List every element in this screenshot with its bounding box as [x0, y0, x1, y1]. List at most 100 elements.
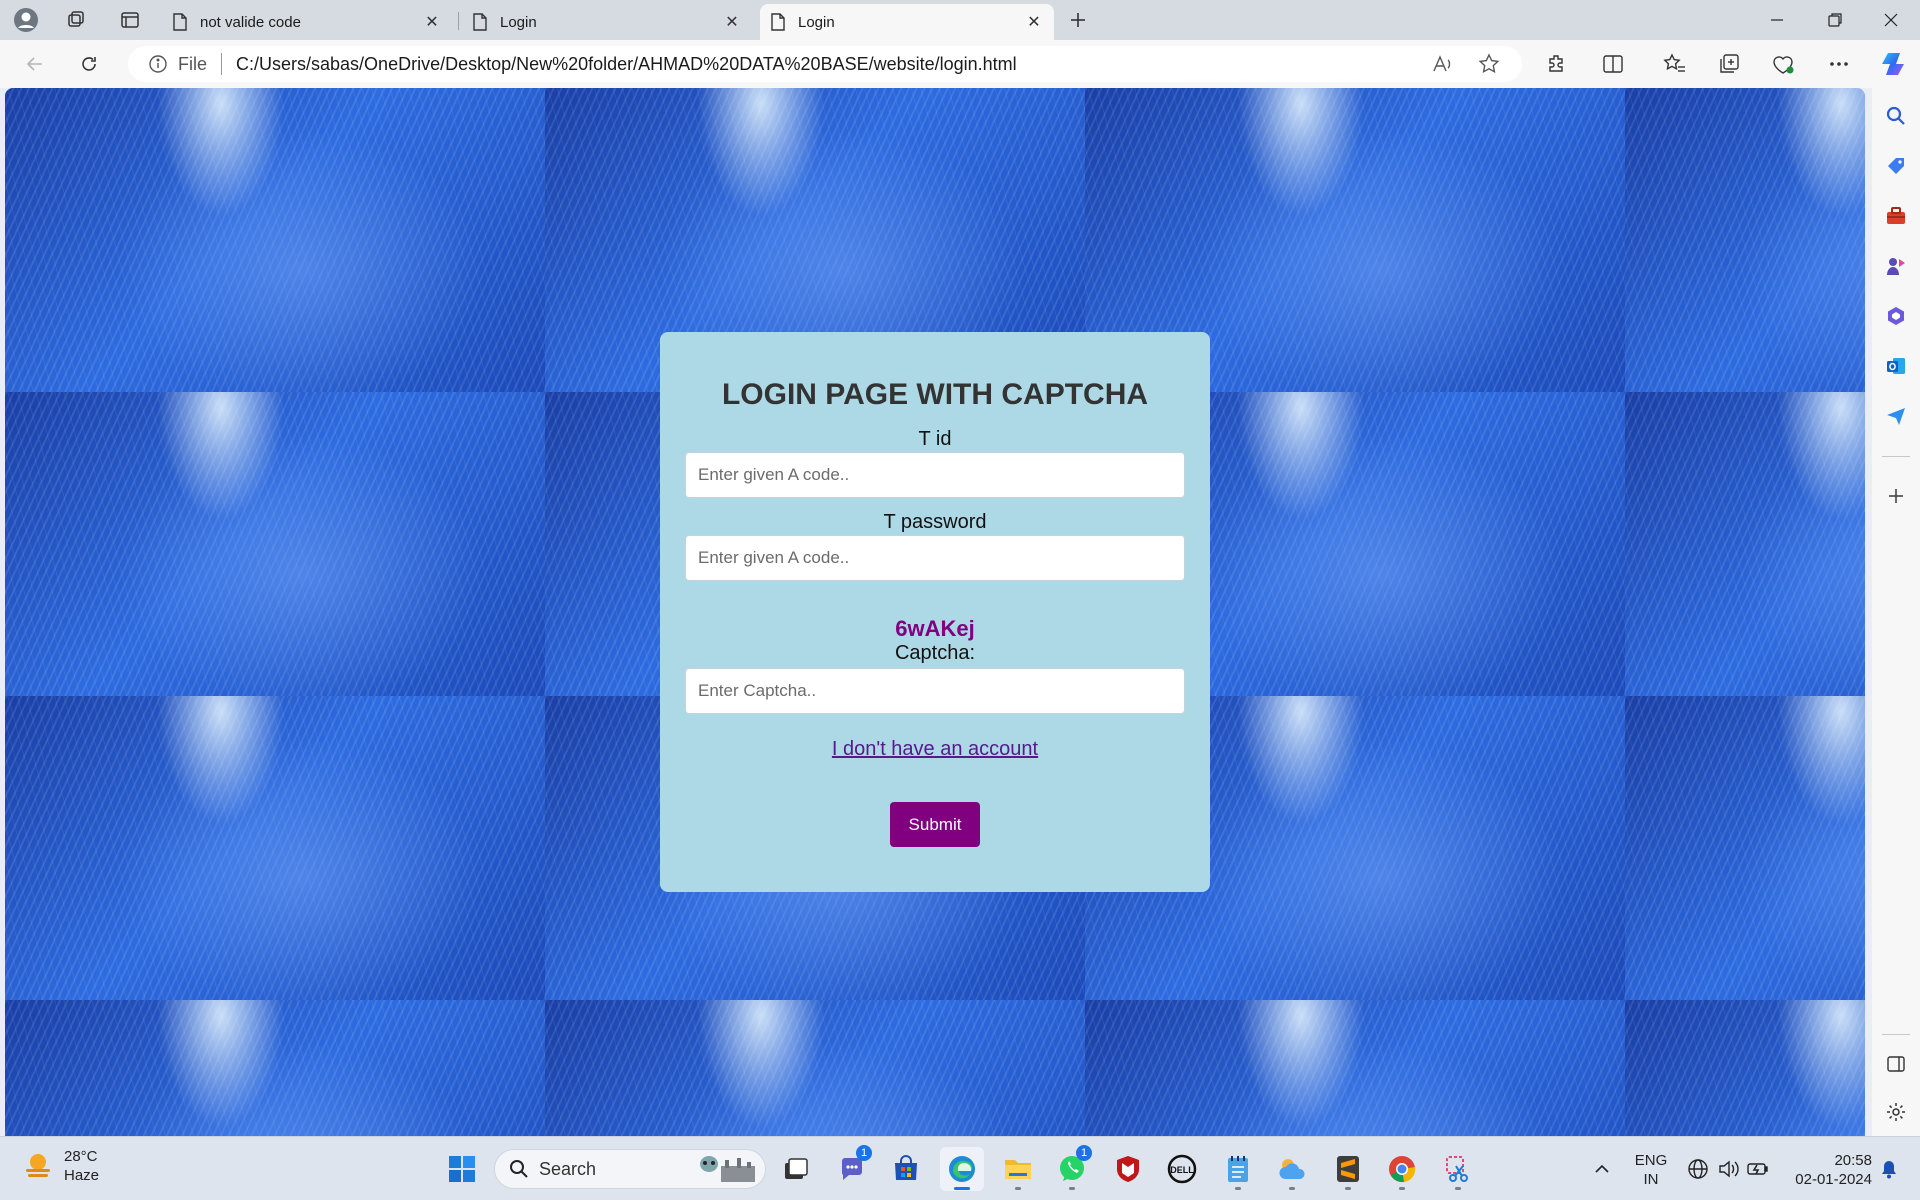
- notifications-button[interactable]: [1872, 1147, 1906, 1191]
- weather-app-icon: [1279, 1159, 1305, 1179]
- snipping-tool-button[interactable]: [1436, 1147, 1480, 1191]
- mcafee-button[interactable]: [1106, 1147, 1150, 1191]
- sublime-text-button[interactable]: [1326, 1147, 1370, 1191]
- weather-widget[interactable]: 28°C Haze: [22, 1147, 99, 1185]
- tid-input[interactable]: [685, 452, 1185, 498]
- new-tab-icon[interactable]: [1062, 4, 1094, 36]
- clock-time: 20:58: [1834, 1152, 1872, 1169]
- battery-charging-icon: [1747, 1163, 1768, 1175]
- running-indicator: [1289, 1187, 1295, 1190]
- clock-date: 02-01-2024: [1795, 1171, 1872, 1188]
- password-label: T password: [883, 511, 987, 533]
- close-tab-icon[interactable]: ✕: [1024, 12, 1044, 32]
- extensions-icon[interactable]: [1540, 48, 1574, 80]
- favorite-star-icon[interactable]: [1474, 52, 1504, 76]
- start-button[interactable]: [440, 1147, 484, 1191]
- browser-toolbar: File C:/Users/sabas/OneDrive/Desktop/New…: [0, 40, 1920, 88]
- page-icon: [173, 13, 187, 31]
- read-aloud-icon[interactable]: [1428, 52, 1458, 76]
- tab-actions-icon[interactable]: [114, 4, 146, 36]
- search-icon[interactable]: [1880, 100, 1912, 132]
- close-window-icon[interactable]: [1862, 0, 1920, 40]
- divider: [221, 53, 223, 75]
- password-input[interactable]: [685, 535, 1185, 581]
- shopping-tag-icon[interactable]: [1880, 150, 1912, 182]
- store-icon: [895, 1155, 917, 1180]
- language-indicator[interactable]: ENG IN: [1630, 1151, 1672, 1189]
- sidebar-divider: [1882, 1034, 1910, 1035]
- favorites-icon[interactable]: [1658, 48, 1692, 80]
- edge-sidebar: [1872, 88, 1920, 1136]
- no-account-link[interactable]: I don't have an account: [660, 738, 1210, 761]
- sublime-icon: [1337, 1156, 1359, 1182]
- language-code: ENG: [1634, 1152, 1668, 1169]
- collections-icon[interactable]: [1712, 48, 1746, 80]
- globe-icon: [1688, 1159, 1708, 1179]
- svg-text:DELL: DELL: [1170, 1165, 1194, 1175]
- tools-icon[interactable]: [1880, 200, 1912, 232]
- tab-not-valide-code[interactable]: not valide code ✕: [162, 4, 452, 40]
- tid-label: T id: [918, 428, 952, 450]
- search-highlight-icon: [700, 1156, 755, 1182]
- more-options-icon[interactable]: [1822, 48, 1856, 80]
- windows-taskbar: 28°C Haze Search 1 1 DELL ENG IN 20:58 0…: [0, 1136, 1920, 1200]
- clock[interactable]: 20:58 02-01-2024: [1780, 1151, 1872, 1189]
- browser-essentials-icon[interactable]: [1766, 48, 1800, 80]
- close-tab-icon[interactable]: ✕: [422, 12, 442, 32]
- notepad-button[interactable]: [1216, 1147, 1260, 1191]
- search-icon: [510, 1160, 528, 1178]
- chrome-button[interactable]: [1380, 1147, 1424, 1191]
- scheme-label: File: [178, 53, 208, 74]
- tab-login[interactable]: Login ✕: [462, 4, 752, 40]
- tab-login-active[interactable]: Login ✕: [760, 4, 1054, 40]
- outlook-icon[interactable]: [1880, 350, 1912, 382]
- edge-icon: [949, 1156, 975, 1182]
- close-tab-icon[interactable]: ✕: [722, 12, 742, 32]
- microsoft-365-icon[interactable]: [1880, 300, 1912, 332]
- profile-icon[interactable]: [10, 4, 42, 36]
- sidebar-divider: [1882, 456, 1910, 457]
- address-bar[interactable]: File C:/Users/sabas/OneDrive/Desktop/New…: [128, 46, 1522, 82]
- language-region: IN: [1643, 1171, 1659, 1188]
- mcafee-shield-icon: [1117, 1156, 1139, 1182]
- minimize-icon[interactable]: [1748, 0, 1806, 40]
- dell-button[interactable]: DELL: [1160, 1147, 1204, 1191]
- running-indicator: [1235, 1187, 1241, 1190]
- hide-sidebar-icon[interactable]: [1880, 1048, 1912, 1080]
- tab-strip: not valide code ✕ Login ✕ Login ✕: [0, 0, 1920, 40]
- login-panel: LOGIN PAGE WITH CAPTCHA T id T password …: [660, 332, 1210, 892]
- whatsapp-button[interactable]: 1: [1050, 1145, 1094, 1191]
- add-icon[interactable]: [1880, 480, 1912, 512]
- task-view-button[interactable]: [774, 1147, 818, 1191]
- settings-gear-icon[interactable]: [1880, 1096, 1912, 1128]
- captcha-code: 6wAKej: [895, 616, 975, 641]
- info-icon[interactable]: [148, 54, 168, 74]
- bell-icon: [1882, 1161, 1896, 1179]
- teams-chat-button[interactable]: 1: [830, 1145, 874, 1191]
- running-indicator: [1069, 1187, 1075, 1190]
- send-icon[interactable]: [1880, 400, 1912, 432]
- weather-app-button[interactable]: [1270, 1147, 1314, 1191]
- battery-button[interactable]: [1740, 1147, 1776, 1191]
- submit-button[interactable]: Submit: [890, 802, 980, 847]
- microsoft-store-button[interactable]: [884, 1147, 928, 1191]
- running-indicator: [1015, 1187, 1021, 1190]
- split-screen-icon[interactable]: [1596, 48, 1630, 80]
- captcha-input[interactable]: [685, 668, 1185, 714]
- copilot-icon[interactable]: [1876, 48, 1910, 80]
- speaker-icon: [1719, 1160, 1739, 1178]
- file-explorer-button[interactable]: [996, 1147, 1040, 1191]
- folder-icon: [1005, 1160, 1031, 1179]
- running-indicator: [1455, 1187, 1461, 1190]
- show-hidden-icons-button[interactable]: [1580, 1147, 1624, 1191]
- back-icon[interactable]: [18, 48, 52, 80]
- weather-temp: 28°C: [64, 1148, 98, 1165]
- windows-logo-icon: [449, 1156, 475, 1182]
- workspaces-icon[interactable]: [60, 4, 92, 36]
- refresh-icon[interactable]: [72, 48, 106, 80]
- url-text[interactable]: C:/Users/sabas/OneDrive/Desktop/New%20fo…: [236, 54, 1017, 75]
- games-icon[interactable]: [1880, 250, 1912, 282]
- restore-icon[interactable]: [1806, 0, 1864, 40]
- taskbar-search[interactable]: Search: [494, 1149, 766, 1189]
- edge-button[interactable]: [940, 1147, 984, 1191]
